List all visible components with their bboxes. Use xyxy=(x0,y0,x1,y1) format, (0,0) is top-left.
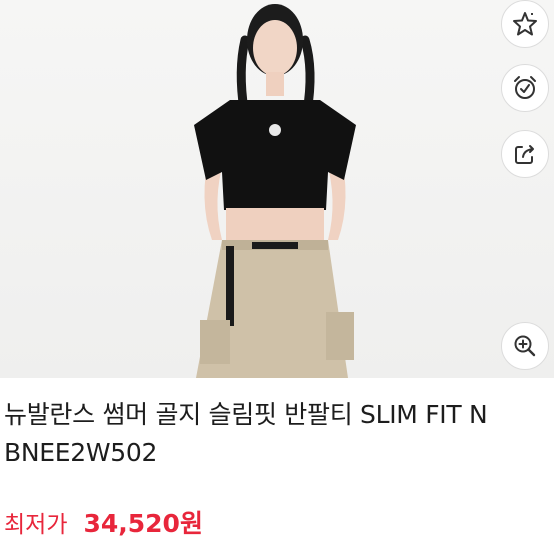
price-label: 최저가 xyxy=(4,512,68,538)
price-alert-button[interactable] xyxy=(501,64,549,112)
price-row: 최저가 34,520원 xyxy=(4,504,203,544)
zoom-button[interactable] xyxy=(501,322,549,370)
share-button[interactable] xyxy=(501,130,549,178)
zoom-in-icon xyxy=(514,335,536,357)
price-value: 34,520원 xyxy=(83,509,203,538)
star-icon xyxy=(513,12,537,36)
alarm-clock-icon xyxy=(514,76,536,99)
product-photo[interactable] xyxy=(0,0,554,378)
share-icon xyxy=(515,145,534,164)
product-title: 뉴발란스 썸머 골지 슬림핏 반팔티 SLIM FIT N BNEE2W502 xyxy=(4,400,488,467)
model-illustration xyxy=(194,4,356,378)
favorite-button[interactable] xyxy=(501,0,549,48)
